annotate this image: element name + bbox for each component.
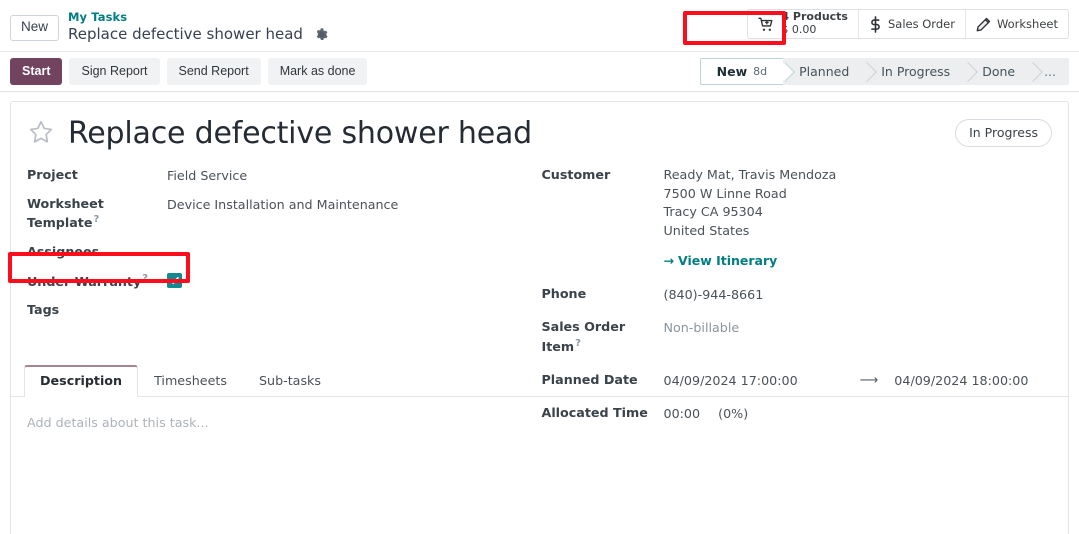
products-amount: $ 0.00	[781, 23, 817, 36]
status-stage-in-progress-label: In Progress	[881, 64, 951, 79]
smart-button-products-text: 4 Products $ 0.00	[781, 11, 848, 36]
field-under-warranty-label: Under Warranty?	[27, 271, 167, 292]
field-sales-order-item-value[interactable]: Non-billable	[664, 317, 740, 337]
status-stage-planned[interactable]: Planned	[783, 58, 866, 85]
view-itinerary-link[interactable]: → View Itinerary	[664, 252, 778, 271]
field-tags: Tags	[27, 300, 540, 319]
control-panel: New My Tasks Replace defective shower he…	[0, 0, 1079, 52]
field-customer-label: Customer	[541, 167, 611, 182]
breadcrumb-current-record: Replace defective shower head	[68, 25, 303, 44]
field-under-warranty: Under Warranty?	[27, 271, 540, 292]
customer-country: United States	[663, 223, 750, 239]
tab-description[interactable]: Description	[24, 365, 139, 397]
field-assignees-label: Assignees	[27, 244, 100, 260]
dollar-icon	[869, 15, 882, 33]
form-sheet: Replace defective shower head In Progres…	[10, 101, 1069, 534]
field-customer: Customer Ready Mat, Travis Mendoza 7500 …	[542, 165, 1053, 270]
smart-button-products[interactable]: 4 Products $ 0.00	[748, 10, 859, 38]
field-project-value[interactable]: Field Service	[167, 165, 247, 185]
sign-report-button[interactable]: Sign Report	[69, 58, 160, 85]
send-report-button[interactable]: Send Report	[166, 58, 261, 85]
status-stage-in-progress[interactable]: In Progress	[865, 58, 967, 85]
field-worksheet-template: Worksheet Template? Device Installation …	[27, 194, 540, 233]
help-icon-under-warranty[interactable]: ?	[142, 273, 148, 284]
field-phone-label: Phone	[541, 286, 587, 302]
odoo-task-form-page: New My Tasks Replace defective shower he…	[0, 0, 1079, 534]
pencil-icon	[976, 17, 991, 32]
description-input[interactable]: Add details about this task...	[27, 415, 1052, 430]
title-row: Replace defective shower head In Progres…	[11, 102, 1068, 151]
cart-plus-icon	[758, 17, 775, 32]
smart-button-sales-order[interactable]: Sales Order	[859, 10, 966, 38]
field-project: Project Field Service	[27, 165, 540, 185]
field-under-warranty-label-text: Under Warranty	[27, 273, 142, 289]
start-button[interactable]: Start	[10, 58, 63, 85]
field-tags-label: Tags	[27, 302, 60, 318]
new-button[interactable]: New	[10, 14, 60, 41]
field-sales-order-item: Sales Order Item? Non-billable	[542, 317, 1053, 356]
gear-icon[interactable]	[315, 28, 328, 41]
status-stage-more-label: ...	[1044, 64, 1056, 79]
status-pipeline: New 8d Planned In Progress Done ...	[699, 58, 1069, 85]
control-panel-left: New My Tasks Replace defective shower he…	[0, 7, 328, 44]
notebook-body: Add details about this task...	[11, 397, 1068, 448]
kanban-state-badge[interactable]: In Progress	[955, 119, 1052, 147]
field-phone: Phone (840)-944-8661	[542, 284, 1053, 304]
mark-as-done-button[interactable]: Mark as done	[267, 58, 368, 85]
action-status-bar: Start Sign Report Send Report Mark as do…	[0, 52, 1079, 92]
sales-order-label: Sales Order	[887, 17, 955, 31]
status-stage-new[interactable]: New 8d	[699, 58, 784, 85]
notebook-tabs: Description Timesheets Sub-tasks	[11, 365, 1068, 397]
smart-buttons-group: 4 Products $ 0.00 Sales Order Worksheet	[747, 9, 1069, 39]
field-phone-value[interactable]: (840)-944-8661	[664, 284, 764, 304]
help-icon-sales-order-item[interactable]: ?	[575, 338, 581, 349]
breadcrumb: My Tasks Replace defective shower head	[68, 10, 328, 44]
notebook: Description Timesheets Sub-tasks Add det…	[11, 365, 1068, 448]
field-project-label: Project	[27, 167, 78, 182]
field-worksheet-template-label: Worksheet Template?	[27, 194, 167, 233]
status-stage-new-duration: 8d	[753, 65, 768, 78]
help-icon-worksheet-template[interactable]: ?	[93, 214, 99, 225]
tab-sub-tasks[interactable]: Sub-tasks	[243, 365, 337, 397]
breadcrumb-parent-my-tasks[interactable]: My Tasks	[68, 10, 328, 24]
customer-name[interactable]: Ready Mat, Travis Mendoza	[664, 166, 837, 185]
star-outline-icon[interactable]	[27, 118, 55, 150]
tab-timesheets[interactable]: Timesheets	[138, 365, 243, 397]
view-itinerary-label: View Itinerary	[677, 252, 778, 268]
field-sales-order-item-label: Sales Order Item?	[542, 317, 664, 356]
field-sales-order-item-label-text: Sales Order Item	[541, 319, 626, 355]
status-stage-planned-label: Planned	[799, 64, 850, 79]
under-warranty-checkbox[interactable]	[167, 272, 182, 288]
field-under-warranty-value	[167, 271, 182, 291]
customer-city: Tracy CA 95304	[663, 204, 763, 220]
arrow-right-icon: →	[663, 252, 674, 268]
status-stage-done-label: Done	[982, 64, 1016, 79]
smart-button-worksheet[interactable]: Worksheet	[966, 10, 1068, 38]
status-stage-new-label: New	[716, 64, 748, 79]
field-worksheet-template-value[interactable]: Device Installation and Maintenance	[167, 194, 398, 214]
page-title: Replace defective shower head	[68, 116, 533, 151]
worksheet-label: Worksheet	[996, 17, 1058, 31]
field-customer-value: Ready Mat, Travis Mendoza 7500 W Linne R…	[664, 165, 837, 270]
field-assignees: Assignees	[27, 242, 540, 261]
customer-street: 7500 W Linne Road	[663, 185, 787, 201]
